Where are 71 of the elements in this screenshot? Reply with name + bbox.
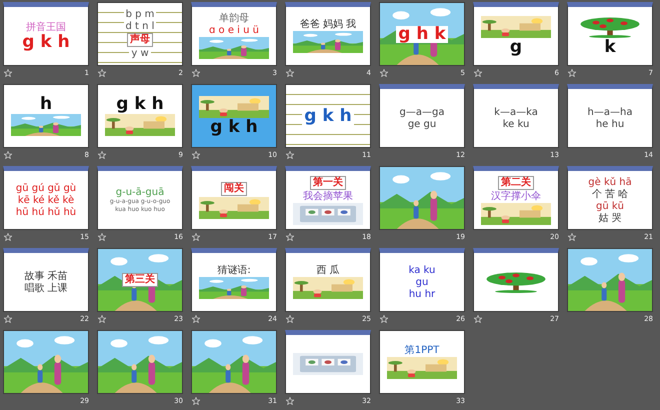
slide-text: ge gu: [408, 118, 436, 130]
slide-text: gū kū: [596, 200, 624, 212]
slide-thumbnail[interactable]: ka ku gu hu hr: [379, 248, 465, 312]
slide-title: 汉字撑小伞: [491, 190, 541, 202]
slide-text: kē ké kě kè: [18, 194, 74, 206]
slide-letters: g k h: [210, 119, 258, 136]
slide-thumbnail[interactable]: g k h: [191, 84, 277, 148]
slide-thumbnail[interactable]: h: [3, 84, 89, 148]
slide-title: 我会摘苹果: [303, 190, 353, 202]
slide-text: 唱歌 上课: [24, 282, 68, 294]
slide-text: g-u-ā-guā: [116, 186, 164, 198]
slide-letters: g k h: [22, 34, 70, 50]
slide-thumbnail[interactable]: 单韵母 ɑ o e i u ü: [191, 2, 277, 66]
slide-title: 猜谜语:: [217, 265, 251, 276]
slide-thumbnail[interactable]: [285, 330, 371, 394]
slide-title: 第1PPT: [404, 345, 440, 356]
slide-thumbnail[interactable]: g: [473, 2, 559, 66]
slide-thumbnail[interactable]: k: [567, 2, 653, 66]
slide-text: hū hú hǔ hù: [16, 206, 76, 218]
slide-badge: 第三关: [122, 273, 158, 287]
slide-badge: 声母: [127, 33, 153, 47]
slide-thumbnail[interactable]: gū gú gǔ gù kē ké kě kè hū hú hǔ hù: [3, 166, 89, 230]
slide-text: d t n l: [124, 21, 156, 32]
slide-text: gè kǔ hā: [588, 176, 632, 188]
slide-thumbnail[interactable]: [473, 248, 559, 312]
slide-thumbnail[interactable]: gè kǔ hā 个 苦 哈 gū kū 姑 哭: [567, 166, 653, 230]
slide-text: 故事 禾苗: [24, 270, 68, 282]
slide-letters: h: [40, 96, 52, 113]
slide-letters: g k h: [116, 96, 164, 113]
slide-thumbnail[interactable]: 第一关 我会摘苹果: [285, 166, 371, 230]
slide-letters: g: [510, 39, 522, 56]
slide-text: gu: [416, 276, 428, 288]
slide-thumbnail[interactable]: 爸爸 妈妈 我: [285, 2, 371, 66]
slide-badge: 第一关: [310, 176, 346, 190]
slide-thumbnail[interactable]: b p m d t n l 声母 y w: [97, 2, 183, 66]
slide-text: 姑 哭: [598, 212, 622, 224]
slide-title: 拼音王国: [26, 22, 66, 32]
slide-text: ɑ o e i u ü: [209, 25, 259, 36]
slide-text: b p m: [124, 9, 156, 20]
slide-text: ka ku: [408, 264, 436, 276]
slide-thumbnail[interactable]: 拼音王国 g k h: [3, 2, 89, 66]
slide-title: 西 瓜: [316, 265, 340, 276]
slide-thumbnail[interactable]: g k h: [97, 84, 183, 148]
slide-thumbnail[interactable]: g—a—ga ge gu: [379, 84, 465, 148]
slide-thumbnail[interactable]: 第二关 汉字撑小伞: [473, 166, 559, 230]
slide-thumbnail[interactable]: 第三关: [97, 248, 183, 312]
slide-thumbnail[interactable]: k—a—ka ke ku: [473, 84, 559, 148]
slide-text: 爸爸 妈妈 我: [300, 19, 356, 30]
slide-thumbnail[interactable]: g k h: [285, 84, 371, 148]
slide-text: h—a—ha: [588, 106, 632, 118]
slide-text: gū gú gǔ gù: [16, 182, 76, 194]
slide-letters: k: [604, 39, 616, 56]
slide-text: he hu: [596, 118, 624, 130]
slide-thumbnail[interactable]: 西 瓜: [285, 248, 371, 312]
slide-thumbnail[interactable]: 猜谜语:: [191, 248, 277, 312]
slide-text: ke ku: [502, 118, 530, 130]
slide-title: 单韵母: [219, 13, 249, 24]
slide-thumbnail[interactable]: 故事 禾苗 唱歌 上课: [3, 248, 89, 312]
slide-text: y w: [129, 48, 151, 59]
slide-letters: g k h: [302, 108, 354, 124]
slide-letters: g h k: [396, 26, 448, 42]
slide-badge: 第二关: [498, 176, 534, 190]
slide-thumbnail[interactable]: h—a—ha he hu: [567, 84, 653, 148]
slide-text: k—a—ka: [494, 106, 538, 118]
slide-text: 个 苦 哈: [592, 188, 628, 200]
slide-text: g—a—ga: [400, 106, 444, 118]
slide-thumbnail[interactable]: 闯关: [191, 166, 277, 230]
slide-thumbnail[interactable]: 第1PPT: [379, 330, 465, 394]
slide-thumbnail[interactable]: g h k: [379, 2, 465, 66]
slide-text: hu hr: [408, 288, 436, 300]
slide-badge: 闯关: [221, 182, 247, 196]
